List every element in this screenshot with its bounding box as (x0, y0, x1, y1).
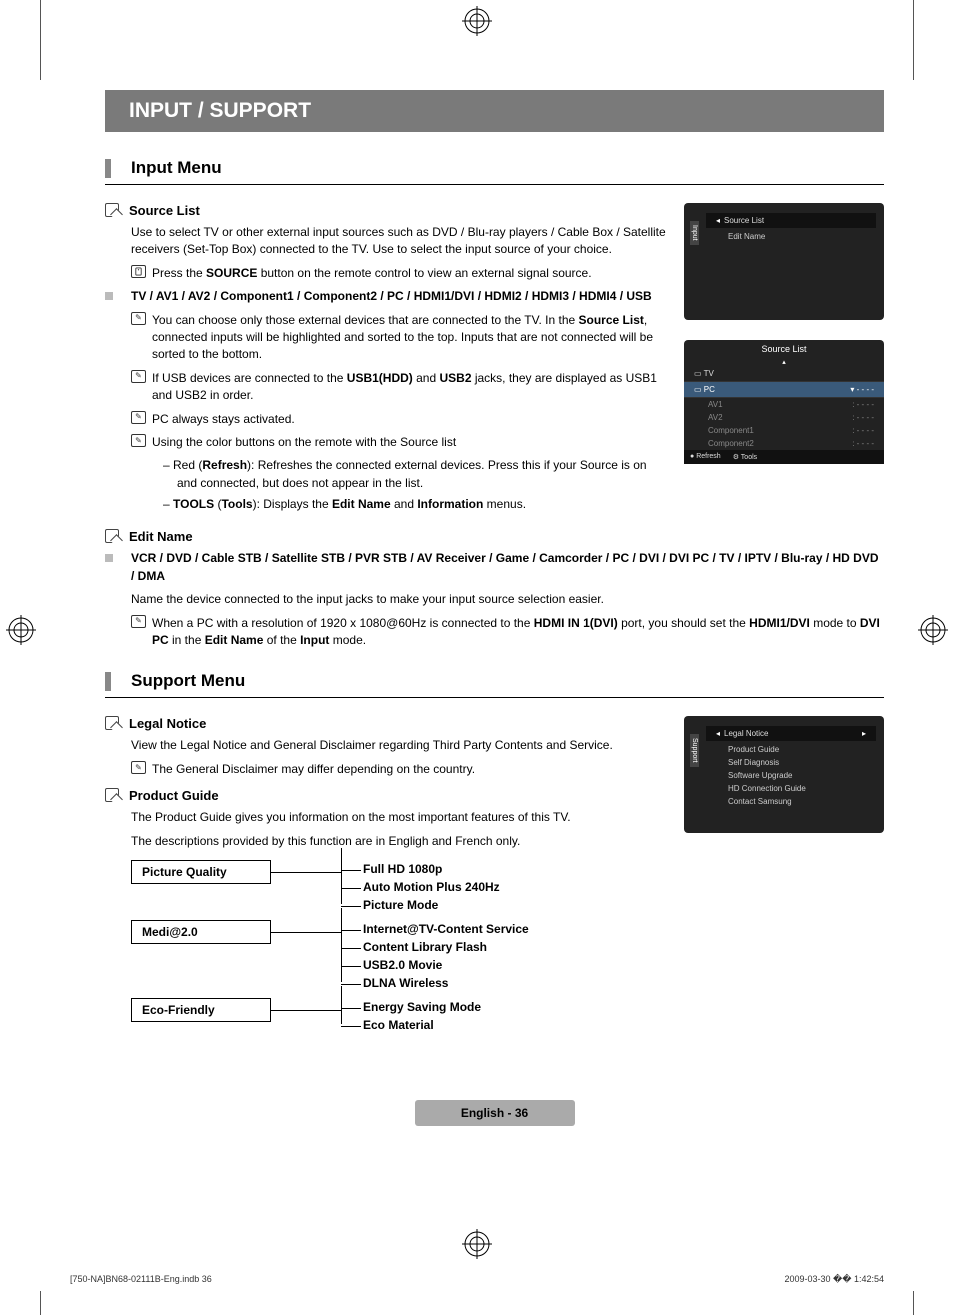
osd2-row-tv: ▭ TV (684, 366, 884, 382)
note-icon: ✎ (131, 370, 146, 383)
remote-icon (131, 265, 146, 278)
page-language-badge: English - 36 (415, 1100, 575, 1126)
osd3-item: Software Upgrade (706, 769, 876, 782)
legal-note: ✎ The General Disclaimer may differ depe… (131, 761, 668, 778)
osd-source-list: ◂Source List (706, 213, 876, 228)
tree-leaf: Eco Material (363, 1016, 481, 1034)
edit-name-list-row: VCR / DVD / Cable STB / Satellite STB / … (105, 550, 884, 585)
edit-name-body: Name the device connected to the input j… (131, 591, 884, 608)
tree-leaf: Internet@TV-Content Service (363, 920, 529, 938)
left-arrow-icon: ◂ (716, 729, 720, 738)
tree-leaf: Auto Motion Plus 240Hz (363, 878, 500, 896)
footer-timestamp: 2009-03-30 �� 1:42:54 (784, 1274, 884, 1285)
note-icon: ✎ (131, 615, 146, 628)
osd3-legal-notice: ◂Legal Notice▸ (706, 726, 876, 741)
osd2-footer: ● Refresh ⚙ Tools (684, 450, 884, 464)
pg-body1: The Product Guide gives you information … (131, 809, 668, 826)
square-bullet-icon (105, 292, 113, 300)
registration-mark-left (6, 615, 36, 645)
dash-refresh: – Red (Refresh): Refreshes the connected… (163, 457, 668, 492)
osd-edit-name: Edit Name (706, 230, 876, 243)
section-title: Support Menu (131, 671, 245, 691)
dash-tools: – TOOLS (Tools): Displays the Edit Name … (163, 496, 668, 513)
chapter-title: INPUT / SUPPORT (105, 90, 884, 132)
note-icon: ✎ (131, 761, 146, 774)
pg-body2: The descriptions provided by this functi… (131, 833, 668, 850)
inputs-list-row: TV / AV1 / AV2 / Component1 / Component2… (105, 288, 668, 305)
osd-source-list-panel: Source List ▴ ▭ TV ▭ PC▾ - - - - AV1: - … (684, 340, 884, 464)
osd2-title: Source List (684, 340, 884, 358)
tree-box-eco: Eco-Friendly (131, 998, 271, 1022)
osd2-sub-row: AV1: - - - - (684, 398, 884, 411)
right-arrow-icon: ▸ (862, 729, 866, 738)
note-source-choose: ✎ You can choose only those external dev… (131, 312, 668, 364)
tree-leaf: Energy Saving Mode (363, 998, 481, 1016)
registration-mark-top (462, 6, 492, 36)
product-guide-tree: Picture Quality Full HD 1080pAuto Motion… (131, 860, 668, 1034)
section-accent-bar (105, 159, 111, 178)
section-input-menu: Input Menu (105, 158, 884, 185)
note-pc: ✎ PC always stays activated. (131, 411, 668, 428)
osd-input-menu: Input ◂Source List Edit Name (684, 203, 884, 320)
osd2-sub-row: Component1: - - - - (684, 424, 884, 437)
registration-mark-right (918, 615, 948, 645)
osd3-item: Contact Samsung (706, 795, 876, 808)
section-title: Input Menu (131, 158, 222, 178)
registration-mark-bottom (462, 1229, 492, 1259)
note-usb: ✎ If USB devices are connected to the US… (131, 370, 668, 405)
footer-filename: [750-NA]BN68-02111B-Eng.indb 36 (70, 1274, 212, 1285)
tree-leaf: Content Library Flash (363, 938, 529, 956)
book-icon (105, 529, 119, 543)
osd-tab-support: Support (690, 734, 699, 767)
refresh-hint: ● Refresh (690, 453, 721, 461)
left-arrow-icon: ◂ (716, 216, 720, 225)
section-accent-bar (105, 672, 111, 691)
osd-tab-input: Input (690, 221, 699, 245)
note-color-buttons: ✎ Using the color buttons on the remote … (131, 434, 668, 451)
note-icon: ✎ (131, 434, 146, 447)
product-guide-heading: Product Guide (105, 788, 668, 803)
osd2-sub-row: AV2: - - - - (684, 411, 884, 424)
book-icon (105, 203, 119, 217)
tree-leaf: DLNA Wireless (363, 974, 529, 992)
osd3-item: Self Diagnosis (706, 756, 876, 769)
section-support-menu: Support Menu (105, 671, 884, 698)
note-icon: ✎ (131, 312, 146, 325)
source-list-remote-note: Press the SOURCE button on the remote co… (131, 265, 668, 282)
osd3-item: HD Connection Guide (706, 782, 876, 795)
edit-name-note: ✎ When a PC with a resolution of 1920 x … (131, 615, 884, 650)
footer-meta: [750-NA]BN68-02111B-Eng.indb 36 2009-03-… (70, 1274, 884, 1285)
tree-leaf: Picture Mode (363, 896, 500, 914)
tree-box-picture-quality: Picture Quality (131, 860, 271, 884)
tree-box-media: Medi@2.0 (131, 920, 271, 944)
up-arrow-icon: ▴ (684, 358, 884, 366)
osd2-row-pc: ▭ PC▾ - - - - (684, 382, 884, 398)
square-bullet-icon (105, 554, 113, 562)
tree-leaf: USB2.0 Movie (363, 956, 529, 974)
book-icon (105, 788, 119, 802)
osd-support-menu: Support ◂Legal Notice▸ Product GuideSelf… (684, 716, 884, 833)
tools-hint: ⚙ Tools (733, 453, 757, 461)
osd3-item: Product Guide (706, 743, 876, 756)
source-list-body: Use to select TV or other external input… (131, 224, 668, 259)
source-list-heading: Source List (105, 203, 668, 218)
legal-body: View the Legal Notice and General Discla… (131, 737, 668, 754)
note-icon: ✎ (131, 411, 146, 424)
edit-name-heading: Edit Name (105, 529, 884, 544)
tree-leaf: Full HD 1080p (363, 860, 500, 878)
osd2-sub-row: Component2: - - - - (684, 437, 884, 450)
legal-notice-heading: Legal Notice (105, 716, 668, 731)
book-icon (105, 716, 119, 730)
